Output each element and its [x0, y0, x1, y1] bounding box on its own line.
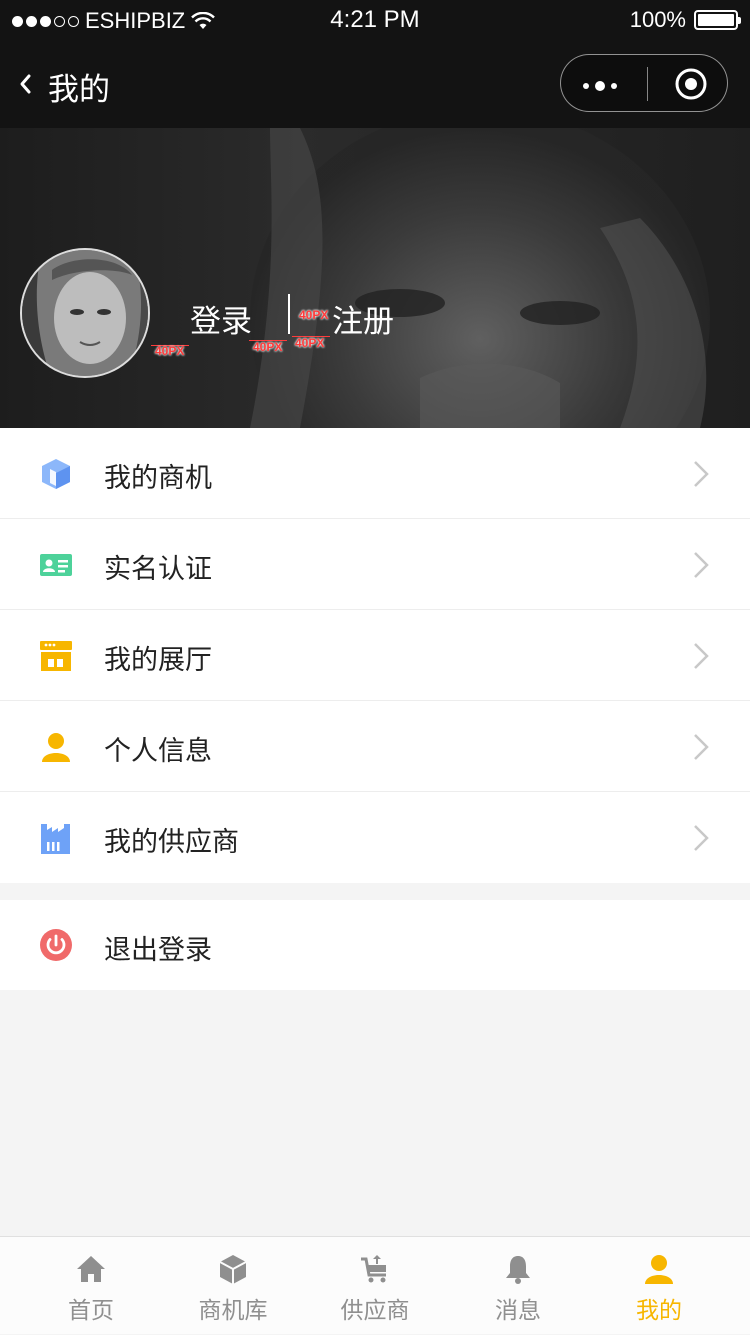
status-bar: ESHIPBIZ 4:21 PM 100% — [0, 0, 750, 40]
profile-header: 登录 注册 40PX 40PX 40PX 40PX — [0, 128, 750, 428]
tab-business-library[interactable]: 商机库 — [158, 1237, 308, 1335]
menu-item-label: 我的展厅 — [104, 645, 212, 676]
tab-suppliers[interactable]: 供应商 — [300, 1237, 450, 1335]
logout-button[interactable]: 退出登录 — [0, 900, 750, 990]
tab-profile[interactable]: 我的 — [584, 1237, 734, 1335]
nav-bar: 我的 — [0, 40, 750, 128]
avatar-portrait — [22, 250, 148, 376]
battery-group: 100% — [629, 7, 741, 33]
battery-icon — [694, 10, 741, 30]
spacing-annotation: 40PX — [299, 308, 329, 322]
chevron-right-icon — [694, 461, 709, 487]
chevron-right-icon — [694, 734, 709, 760]
more-icon[interactable] — [583, 81, 617, 91]
spacing-annotation: 40PX — [253, 340, 283, 354]
menu-list: 我的商机 实名认证 我的展厅 个人信息 我的供应商 — [0, 428, 750, 883]
tab-label: 我的 — [636, 1298, 682, 1324]
business-opportunity-icon — [42, 459, 70, 489]
factory-icon — [41, 824, 70, 854]
chevron-right-icon — [694, 552, 709, 578]
close-target-icon[interactable] — [674, 67, 708, 101]
page-title: 我的 — [48, 72, 110, 108]
home-icon — [77, 1256, 105, 1282]
login-link[interactable]: 登录 — [190, 296, 252, 341]
tab-messages[interactable]: 消息 — [443, 1237, 593, 1335]
cart-icon — [361, 1255, 386, 1283]
spacing-annotation: 40PX — [155, 344, 185, 358]
menu-item-suppliers[interactable]: 我的供应商 — [0, 792, 750, 883]
menu-item-business[interactable]: 我的商机 — [0, 428, 750, 519]
menu-item-label: 我的商机 — [104, 463, 212, 494]
login-register-divider — [288, 294, 290, 334]
chevron-right-icon — [694, 825, 709, 851]
register-link[interactable]: 注册 — [332, 296, 394, 341]
avatar[interactable] — [20, 248, 150, 378]
bell-icon — [506, 1256, 530, 1284]
tab-label: 首页 — [68, 1298, 114, 1324]
chevron-right-icon — [694, 643, 709, 669]
person-icon — [42, 733, 70, 762]
power-icon — [40, 929, 72, 961]
capsule-divider — [647, 67, 648, 101]
menu-item-label: 个人信息 — [104, 736, 212, 767]
menu-item-personal-info[interactable]: 个人信息 — [0, 701, 750, 792]
showroom-icon — [40, 641, 72, 671]
tab-bar: 首页 商机库 供应商 消息 我的 — [0, 1236, 750, 1334]
menu-item-showroom[interactable]: 我的展厅 — [0, 610, 750, 701]
logout-label: 退出登录 — [104, 935, 212, 966]
mini-program-capsule — [560, 54, 728, 112]
spacing-annotation: 40PX — [295, 336, 325, 350]
menu-item-verification[interactable]: 实名认证 — [0, 519, 750, 610]
tab-label: 消息 — [495, 1298, 541, 1324]
box-icon — [219, 1255, 247, 1284]
id-card-icon — [40, 554, 72, 576]
user-icon — [645, 1255, 673, 1284]
battery-percent: 100% — [629, 7, 686, 32]
tab-label: 商机库 — [198, 1298, 268, 1324]
menu-item-label: 我的供应商 — [104, 827, 239, 858]
tab-label: 供应商 — [340, 1298, 410, 1324]
tab-home[interactable]: 首页 — [16, 1237, 166, 1335]
menu-item-label: 实名认证 — [104, 554, 212, 585]
